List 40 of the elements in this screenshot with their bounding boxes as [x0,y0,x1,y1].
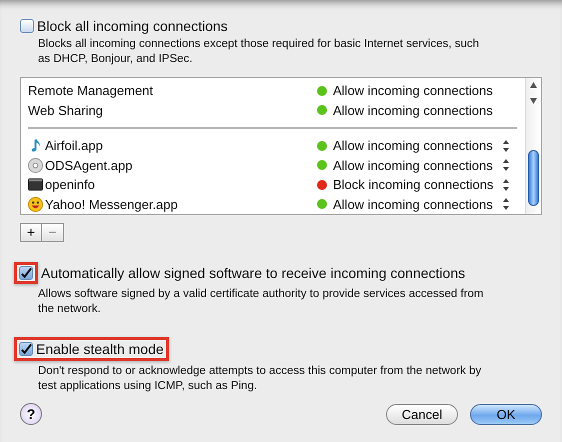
connection-row[interactable]: Remote Management Allow incoming connections [28,81,517,100]
connection-name: Airfoil.app [45,138,103,154]
connection-status: Allow incoming connections [333,83,493,98]
connection-row[interactable]: Airfoil.app Allow incoming connections [28,136,517,156]
disc-icon [28,158,43,173]
smiley-icon [28,196,43,212]
option-label: Enable stealth mode [36,341,164,357]
stepper-icon[interactable] [502,198,510,210]
connection-name: Web Sharing [28,102,103,118]
connection-status[interactable]: Allow incoming connections [333,158,493,173]
stepper-icon[interactable] [502,140,510,152]
connection-name: ODSAgent.app [45,158,132,173]
checkbox[interactable] [19,266,33,280]
checkbox[interactable] [19,342,33,356]
scrollbar[interactable] [525,78,541,214]
dialog-button[interactable]: Cancel [386,404,458,424]
connection-row[interactable]: Web Sharing Allow incoming connections [28,100,517,120]
dialog-button[interactable]: OK [470,404,542,424]
option-label: Automatically allow signed software to receive incoming connections [41,265,466,281]
option-label: Block all incoming connections [37,18,228,34]
stepper-icon[interactable] [502,159,510,172]
option-description: Allows software signed by a valid certificate authority to provide services accessed from the network. [38,287,485,317]
connection-name: Remote Management [28,83,154,98]
option-description: Don't respond to or acknowledge attempts to access this computer from the network by test applications using ICMP, such as Ping. [38,364,482,394]
option-description: Blocks all incoming connections except those required for basic Internet services, such as DHCP, Bonjour, and IPSec. [38,37,480,67]
list-button[interactable]: + [20,223,42,242]
connection-status[interactable]: Allow incoming connections [333,196,493,212]
connection-status[interactable]: Allow incoming connections [333,138,493,154]
connection-status[interactable]: Block incoming connections [333,177,494,192]
scroll-thumb[interactable] [528,150,539,206]
terminal-icon [28,177,43,192]
connection-row[interactable]: Yahoo! Messenger.app Allow incoming connections [28,194,517,214]
stepper-icon[interactable] [502,178,510,191]
connection-row[interactable]: openinfo Block incoming connections [28,175,517,194]
help-button[interactable]: ? [20,403,42,425]
checkbox[interactable] [20,19,34,33]
connection-name: openinfo [45,177,95,192]
connection-name: Yahoo! Messenger.app [45,196,178,212]
connection-status: Allow incoming connections [333,102,493,118]
connection-row[interactable]: ODSAgent.app Allow incoming connections [28,156,517,175]
